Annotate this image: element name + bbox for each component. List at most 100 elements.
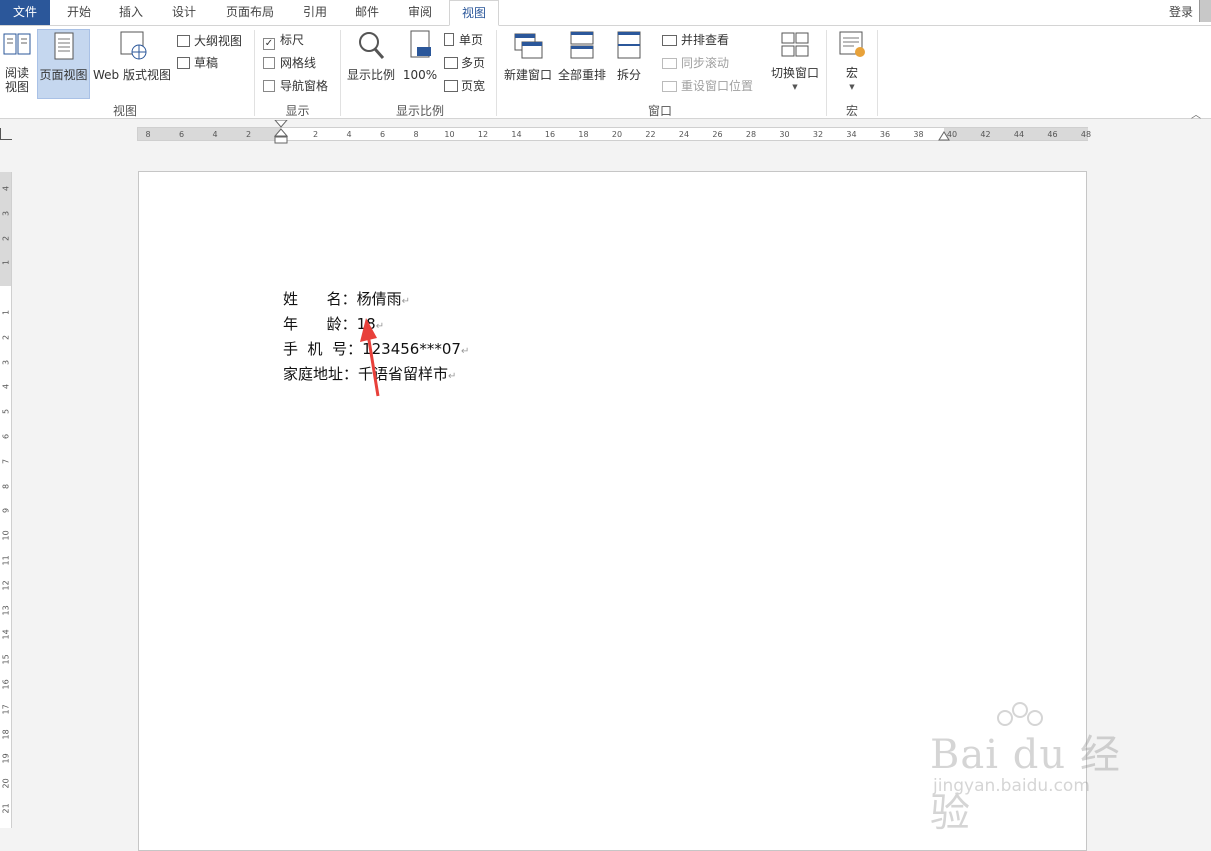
ruler-tick-label: 2 [312,130,319,139]
ruler-tick-label: 36 [879,130,891,139]
ruler-tick-label: 1 [1,260,11,266]
login-link[interactable]: 登录 [1169,0,1193,25]
multi-page-label: 多页 [461,56,486,70]
zoom-group-label: 显示比例 [395,104,444,118]
new-window-icon [514,33,543,59]
ruler-tick-label: 2 [245,130,252,139]
arrange-all-button[interactable]: 全部重排 [556,28,608,98]
split-icon [617,31,641,59]
ruler-checkbox[interactable]: ✓ 标尺 [263,30,304,50]
nav-pane-label: 导航窗格 [280,79,329,93]
collapse-ribbon-icon[interactable]: ︿ [1191,106,1201,121]
tab-selector-icon[interactable] [0,128,12,140]
tab-mailings[interactable]: 邮件 [346,0,388,25]
red-arrow-annotation-icon [360,318,380,397]
side-by-side-label: 并排查看 [681,33,730,47]
ruler-tick-label: 7 [1,458,11,464]
ruler-tick-label: 14 [1,629,11,640]
ruler-tick-label: 44 [1013,130,1025,139]
indent-marker-icon[interactable] [274,120,288,154]
tab-insert[interactable]: 插入 [110,0,152,25]
outline-icon [177,35,190,47]
nav-pane-checkbox[interactable]: 导航窗格 [263,76,328,96]
gridlines-label: 网格线 [280,56,317,70]
ruler-tick-label: 34 [846,130,857,139]
ruler-tick-label: 4 [1,185,11,192]
gridlines-checkbox[interactable]: 网格线 [263,53,316,73]
baidu-watermark: Bai du 经验 jingyan.baidu.com [925,700,1155,836]
tab-references[interactable]: 引用 [294,0,336,25]
ruler-tick-label: 28 [745,130,757,139]
nav-pane-check-icon [263,80,275,92]
ruler-tick-label: 19 [1,753,11,764]
ruler-tick-label: 6 [379,130,386,139]
right-indent-icon[interactable] [938,130,950,142]
ruler-tick-label: 8 [413,130,419,139]
draft-button[interactable]: 草稿 [177,53,218,73]
ruler-tick-label: 4 [346,130,352,139]
ruler-tick-label: 24 [678,130,690,139]
macros-icon [839,31,865,57]
macros-label: 宏 [845,66,858,80]
multi-page-button[interactable]: 多页 [444,53,485,73]
ruler-tick-label: 4 [1,384,11,390]
switch-windows-button[interactable]: 切换窗口 ▼ [768,28,822,98]
switch-windows-icon [781,32,809,57]
print-layout-button[interactable]: 页面视图 [37,29,90,99]
new-window-button[interactable]: 新建窗口 [502,28,554,98]
draft-icon [177,57,190,69]
zoom-label: 显示比例 [346,68,395,82]
outline-button[interactable]: 大纲视图 [177,31,242,51]
tab-review[interactable]: 审阅 [399,0,441,25]
web-layout-button[interactable]: Web 版式视图 [92,28,172,98]
name-value: 杨倩雨 [356,290,402,308]
page-width-button[interactable]: 页宽 [444,76,485,96]
read-mode-label-1: 阅读 [4,66,29,80]
ribbon-view: 阅读 视图 页面视图 Web 版式视图 大纲视图 草稿 视图 ✓ 标尺 网格线 导… [0,25,1211,121]
paragraph-mark-icon: ↵ [460,346,470,357]
ruler-tick-label: 8 [1,483,11,489]
split-button[interactable]: 拆分 [612,28,646,98]
ruler-tick-label: 48 [1080,130,1092,139]
ruler-tick-label: 3 [1,210,11,216]
zoom-button[interactable]: 显示比例 [345,28,397,98]
draft-label: 草稿 [194,56,219,70]
reset-window-label: 重设窗口位置 [681,79,754,93]
ruler-tick-label: 1 [1,309,11,316]
horizontal-ruler[interactable]: 8 6 4 2 2 4 6 8 10 12 14 16 18 20 22 24 26 28 30 32 34 36 38 40… [137,120,1091,144]
tab-home[interactable]: 开始 [58,0,100,25]
sync-scroll-button[interactable]: 同步滚动 [662,53,729,73]
multi-page-icon [444,57,458,69]
ruler-tick-label: 46 [1047,130,1058,139]
ruler-tick-label: 6 [1,433,11,440]
ruler-tick-label: 3 [1,359,11,365]
outline-label: 大纲视图 [194,34,243,48]
reset-window-button[interactable]: 重设窗口位置 [662,76,753,96]
zoom-100-button[interactable]: 100% [402,28,438,98]
tab-file[interactable]: 文件 [0,0,50,25]
side-by-side-button[interactable]: 并排查看 [662,30,729,50]
one-page-button[interactable]: 单页 [444,30,483,50]
ruler-check-icon: ✓ [263,38,275,50]
avatar[interactable] [1199,0,1211,22]
page-width-label: 页宽 [461,79,486,93]
tab-view[interactable]: 视图 [449,0,499,26]
print-layout-label: 页面视图 [39,68,88,82]
macros-button[interactable]: 宏 ▼ [832,28,872,98]
vertical-ruler[interactable]: 4 3 2 1 1 2 3 4 5 6 7 8 9 10 11 12 13 14 15 16 17 18 19 20 21 [0,172,12,828]
ruler-tick-label: 12 [477,130,489,139]
read-mode-button[interactable]: 阅读 视图 [0,28,34,98]
ruler-tick-label: 8 [145,130,151,139]
arrange-all-icon [570,31,594,59]
side-by-side-icon [662,35,677,46]
ruler-tick-label: 16 [1,679,11,690]
tab-page-layout[interactable]: 页面布局 [218,0,282,25]
tab-design[interactable]: 设计 [163,0,205,25]
ruler-tick-label: 11 [1,555,11,566]
ruler-tick-label: 14 [511,130,522,139]
paragraph-mark-icon: ↵ [448,371,457,382]
ruler-tick-label: 32 [812,130,824,139]
age-label: 年 龄： [283,315,357,333]
ruler-area: 8 6 4 2 2 4 6 8 10 12 14 16 18 20 22 24 26 28 30 32 34 36 38 40… [0,120,1211,168]
chevron-down-icon: ▼ [792,83,798,91]
